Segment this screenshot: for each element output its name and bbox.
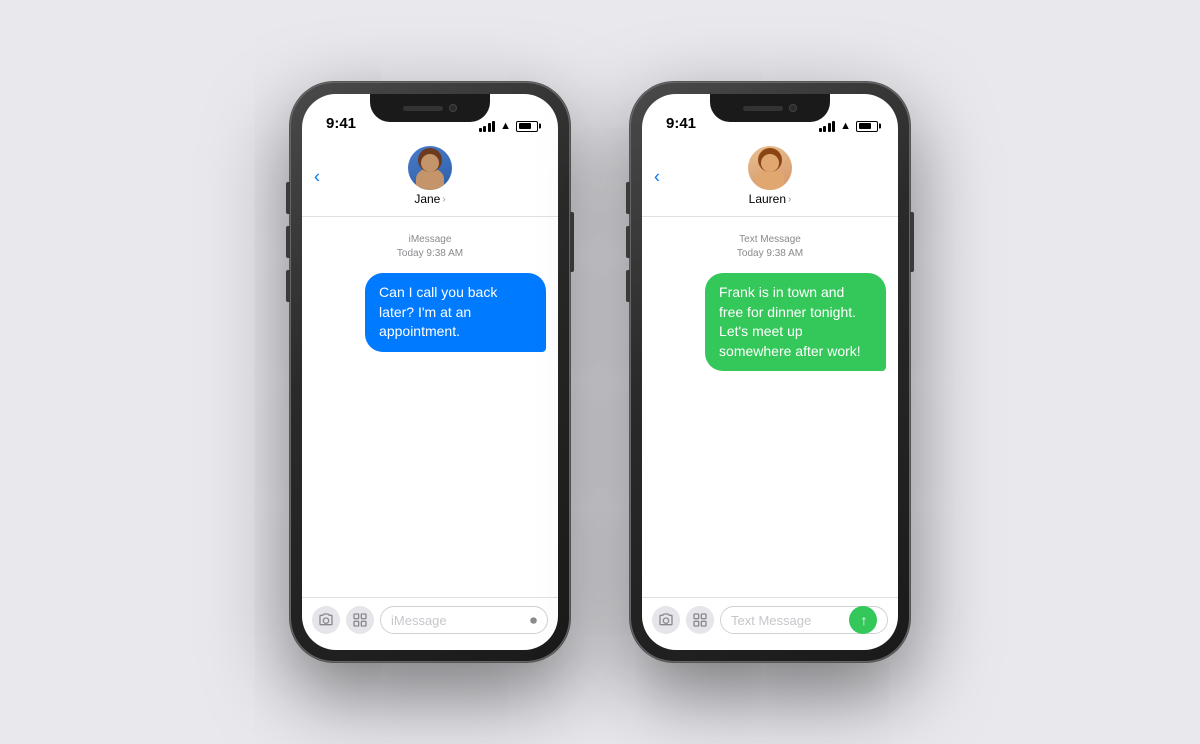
avatar-lauren (748, 146, 792, 190)
contact-name-2[interactable]: Lauren › (749, 192, 792, 206)
message-input-1[interactable]: iMessage ⏺ (380, 606, 548, 634)
camera-dot-1 (449, 104, 457, 112)
message-timestamp-2: Text Message Today 9:38 AM (737, 233, 803, 261)
notch-1 (370, 94, 490, 122)
messages-body-1: iMessage Today 9:38 AM Can I call you ba… (302, 217, 558, 597)
camera-button-1[interactable] (312, 606, 340, 634)
status-icons-1: ▲ (479, 120, 538, 132)
camera-icon-2 (658, 612, 674, 628)
phone-screen-2: 9:41 ▲ ‹ (642, 94, 898, 650)
battery-icon-1 (516, 121, 538, 132)
send-arrow-icon: ↑ (861, 612, 868, 628)
signal-icon-2 (819, 121, 836, 132)
avatar-jane (408, 146, 452, 190)
status-icons-2: ▲ (819, 120, 878, 132)
message-bubble-2: Frank is in town and free for dinner ton… (705, 273, 886, 371)
back-button-1[interactable]: ‹ (314, 167, 320, 188)
message-bubble-1: Can I call you back later? I'm at an app… (365, 273, 546, 352)
contact-avatar-1[interactable] (408, 146, 452, 190)
apps-button-1[interactable] (346, 606, 374, 634)
status-time-1: 9:41 (322, 115, 356, 132)
notch-2 (710, 94, 830, 122)
signal-icon-1 (479, 121, 496, 132)
wifi-icon-2: ▲ (840, 120, 851, 132)
apps-icon-2 (692, 612, 708, 628)
phone-imessage: 9:41 ▲ ‹ (290, 82, 570, 662)
apps-button-2[interactable] (686, 606, 714, 634)
messages-input-bar-2: Text Message ↑ (642, 597, 898, 650)
back-button-2[interactable]: ‹ (654, 167, 660, 188)
messages-input-bar-1: iMessage ⏺ (302, 597, 558, 650)
wifi-icon-1: ▲ (500, 120, 511, 132)
contact-avatar-2[interactable] (748, 146, 792, 190)
status-time-2: 9:41 (662, 115, 696, 132)
phone-screen-1: 9:41 ▲ ‹ (302, 94, 558, 650)
messages-header-2: ‹ Lauren › (642, 138, 898, 217)
message-timestamp-1: iMessage Today 9:38 AM (397, 233, 463, 261)
camera-dot-2 (789, 104, 797, 112)
contact-name-1[interactable]: Jane › (414, 192, 445, 206)
phone-textmessage: 9:41 ▲ ‹ (630, 82, 910, 662)
messages-body-2: Text Message Today 9:38 AM Frank is in t… (642, 217, 898, 597)
speaker-1 (403, 106, 443, 111)
apps-icon-1 (352, 612, 368, 628)
camera-icon-1 (318, 612, 334, 628)
chevron-right-icon-1: › (442, 194, 445, 205)
send-button-2[interactable]: ↑ (849, 606, 877, 634)
camera-button-2[interactable] (652, 606, 680, 634)
input-placeholder-1: iMessage (391, 613, 447, 628)
input-placeholder-2: Text Message (731, 613, 811, 628)
chevron-right-icon-2: › (788, 194, 791, 205)
speaker-2 (743, 106, 783, 111)
messages-header-1: ‹ Jane › (302, 138, 558, 217)
battery-icon-2 (856, 121, 878, 132)
dictation-icon-1[interactable]: ⏺ (530, 612, 537, 629)
message-input-2[interactable]: Text Message ↑ (720, 606, 888, 634)
